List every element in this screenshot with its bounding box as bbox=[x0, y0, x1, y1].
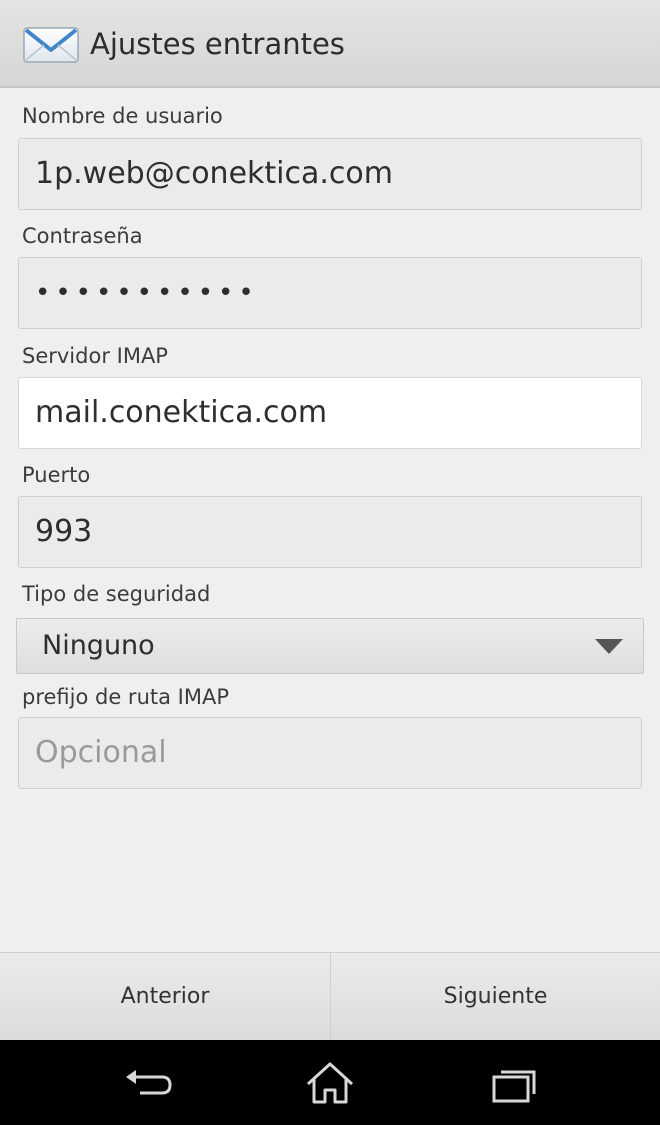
password-field[interactable]: ••••••••••• bbox=[18, 257, 642, 329]
username-label: Nombre de usuario bbox=[22, 104, 223, 128]
page-title: Ajustes entrantes bbox=[90, 27, 345, 61]
password-label: Contraseña bbox=[22, 224, 143, 248]
security-type-dropdown[interactable]: Ninguno bbox=[16, 618, 644, 674]
button-bar: Anterior Siguiente bbox=[0, 952, 660, 1040]
home-icon[interactable] bbox=[300, 1060, 360, 1106]
username-field[interactable]: 1p.web@conektica.com bbox=[18, 138, 642, 210]
imap-server-label: Servidor IMAP bbox=[22, 344, 168, 368]
port-field[interactable]: 993 bbox=[18, 496, 642, 568]
back-icon[interactable] bbox=[118, 1060, 178, 1106]
mail-envelope-icon bbox=[23, 27, 79, 63]
imap-prefix-label: prefijo de ruta IMAP bbox=[22, 685, 229, 709]
imap-server-field[interactable]: mail.conektica.com bbox=[18, 377, 642, 449]
port-label: Puerto bbox=[22, 463, 91, 487]
app-bar: Ajustes entrantes bbox=[0, 0, 660, 88]
navigation-bar bbox=[0, 1040, 660, 1125]
recent-apps-icon[interactable] bbox=[484, 1060, 544, 1106]
incoming-settings-form: Nombre de usuario 1p.web@conektica.com C… bbox=[0, 88, 660, 952]
security-type-label: Tipo de seguridad bbox=[22, 582, 211, 606]
imap-prefix-field[interactable]: Opcional bbox=[18, 717, 642, 789]
next-button[interactable]: Siguiente bbox=[331, 953, 660, 1040]
dropdown-arrow-icon bbox=[595, 639, 623, 654]
previous-button[interactable]: Anterior bbox=[0, 953, 330, 1040]
security-type-selected: Ninguno bbox=[42, 630, 155, 661]
